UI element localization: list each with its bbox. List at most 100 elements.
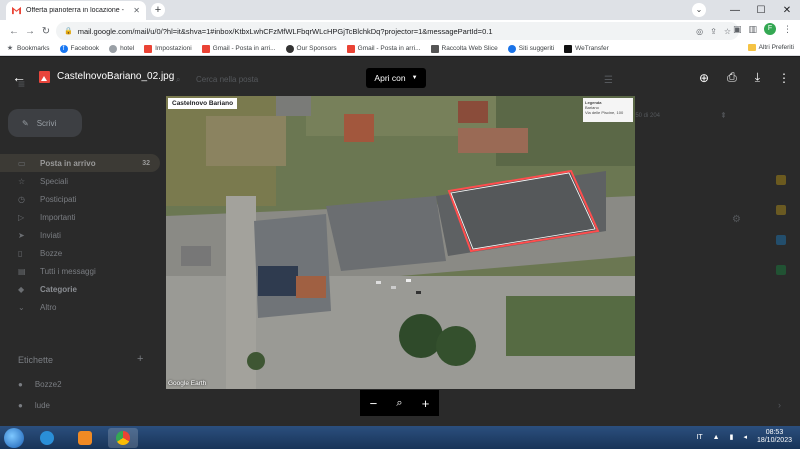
place-label: Castelnovo Bariano [168,98,238,109]
bookmark-item[interactable]: Impostazioni [144,44,192,53]
calendar-icon[interactable] [776,175,786,185]
zoom-in-icon[interactable]: + [422,396,430,411]
bookmark-item[interactable]: WeTransfer [564,44,609,53]
new-tab-button[interactable]: + [151,3,165,17]
address-bar[interactable]: 🔒 mail.google.com/mail/u/0/?hl=it&shva=1… [56,22,739,40]
file-name: CastelnovoBariano_02.jpg [57,71,175,82]
label-icon: ● [18,401,23,410]
browser-tab[interactable]: Offerta pianoterra in locazione - ✕ [6,1,146,20]
labels-heading: Etichette [18,355,54,365]
google-lens-icon[interactable]: ◎ [696,27,703,36]
tab-search-chevron-icon[interactable]: ⌄ [692,3,706,17]
map-legend: Legenda Bariano Via delle Piscine, 100 [583,98,633,122]
gmail-icon [144,44,153,53]
label-icon: ● [18,380,23,389]
search-icon[interactable]: ⌕ [176,75,180,85]
search-input[interactable]: Cerca nella posta [196,75,258,84]
send-icon: ➤ [18,230,25,240]
zoom-out-icon[interactable]: − [370,396,378,411]
image-file-icon [39,71,50,83]
open-with-button[interactable]: Apri con ▼ [366,68,426,88]
wetransfer-icon [564,44,573,53]
forward-icon[interactable]: → [22,26,38,37]
nav-item-snoozed[interactable]: ◷ Posticipati [0,190,160,208]
nav-item-categories[interactable]: ◆ Categorie [0,280,160,298]
bookmark-item[interactable]: Siti suggeriti [507,44,554,53]
share-icon[interactable]: ⇪ [710,27,717,36]
contacts-icon[interactable] [776,265,786,275]
globe-icon [285,44,294,53]
label-item[interactable]: ● lude [18,401,50,410]
nav-item-important[interactable]: ▷ Importanti [0,208,160,226]
web-slice-icon [430,44,439,53]
inbox-icon: ▭ [18,158,26,168]
zoom-controls: − ⌕ + [360,390,439,416]
taskbar-ie[interactable] [32,428,62,448]
extensions-icon[interactable]: ▣ [733,24,742,35]
bookmark-item[interactable]: Gmail - Posta in arri... [201,44,276,53]
download-icon[interactable]: ⤓ [755,70,760,85]
all-mail-icon: ▤ [18,266,26,276]
label-item[interactable]: ● Bozze2 [18,380,62,389]
chevron-down-icon: ⌄ [18,302,25,312]
expand-panel-icon[interactable]: › [778,400,781,410]
nav-item-inbox[interactable]: ▭ Posta in arrivo 32 [0,154,160,172]
back-arrow-icon[interactable]: ← [12,69,26,85]
close-tab-icon[interactable]: ✕ [133,6,140,15]
more-options-icon[interactable]: ⋮ [778,71,790,85]
bookmark-item[interactable]: ★ Bookmarks [6,45,50,53]
nav-item-drafts[interactable]: ▯ Bozze [0,244,160,262]
url-text[interactable]: mail.google.com/mail/u/0/?hl=it&shva=1#i… [78,27,696,36]
nav-item-more[interactable]: ⌄ Altro [0,298,160,316]
network-icon[interactable]: ▮ [730,433,734,441]
add-label-icon[interactable]: + [137,353,143,365]
side-panel-icon[interactable]: ▥ [748,24,757,35]
ie-icon [507,44,516,53]
taskbar-chrome[interactable] [108,427,138,448]
keep-icon[interactable] [776,205,786,215]
maximize-icon[interactable]: ☐ [748,5,774,16]
volume-icon[interactable]: ◂ [743,433,747,441]
clock[interactable]: 08:53 18/10/2023 [757,429,792,445]
language-indicator[interactable]: IT [696,434,702,441]
gmail-icon [201,44,210,53]
profile-avatar[interactable]: F [764,23,776,35]
gear-icon[interactable]: ⚙ [732,214,741,225]
menu-kebab-icon[interactable]: ⋮ [783,24,792,35]
close-window-icon[interactable]: ✕ [774,5,800,16]
media-player-icon [78,430,92,445]
internet-explorer-icon [40,430,54,445]
facebook-icon: f [59,44,68,53]
tray-arrow-icon[interactable]: ▲ [713,434,720,441]
label-icon: ◆ [18,284,25,294]
zoom-reset-icon[interactable]: ⌕ [396,397,402,410]
chrome-icon [116,430,130,445]
search-options-icon[interactable]: ☰ [604,75,613,86]
tab-title: Offerta pianoterra in locazione - [26,7,124,14]
lock-icon[interactable]: 🔒 [64,27,73,35]
nav-item-sent[interactable]: ➤ Inviati [0,226,160,244]
gmail-icon [346,44,355,53]
compose-button[interactable]: ✎ Scrivi [8,109,82,137]
satellite-view [166,96,635,389]
minimize-icon[interactable]: — [722,5,748,16]
start-button[interactable] [4,427,24,448]
bookmark-item[interactable]: Our Sponsors [285,44,337,53]
bookmark-item[interactable]: Gmail - Posta in arri... [346,44,421,53]
back-icon[interactable]: ← [6,26,22,37]
bookmark-star-icon[interactable]: ☆ [724,27,731,36]
tasks-icon[interactable] [776,235,786,245]
nav-item-all-mail[interactable]: ▤ Tutti i messaggi [0,262,160,280]
pencil-icon: ✎ [22,118,29,128]
other-bookmarks[interactable]: Altri Preferiti [747,44,794,51]
add-to-drive-icon[interactable]: ⊕ [699,71,709,85]
reload-icon[interactable]: ↻ [38,26,54,37]
taskbar-media[interactable] [70,428,100,448]
print-icon[interactable]: ⎙ [727,70,737,85]
nav-item-starred[interactable]: ☆ Speciali [0,172,160,190]
bookmark-item[interactable]: hotel [109,44,134,53]
clock-icon: ◷ [18,194,25,204]
bookmark-item[interactable]: Raccolta Web Slice [430,44,498,53]
bookmark-item[interactable]: f Facebook [59,44,99,53]
input-tools-icon[interactable]: ⇞ [720,111,727,120]
